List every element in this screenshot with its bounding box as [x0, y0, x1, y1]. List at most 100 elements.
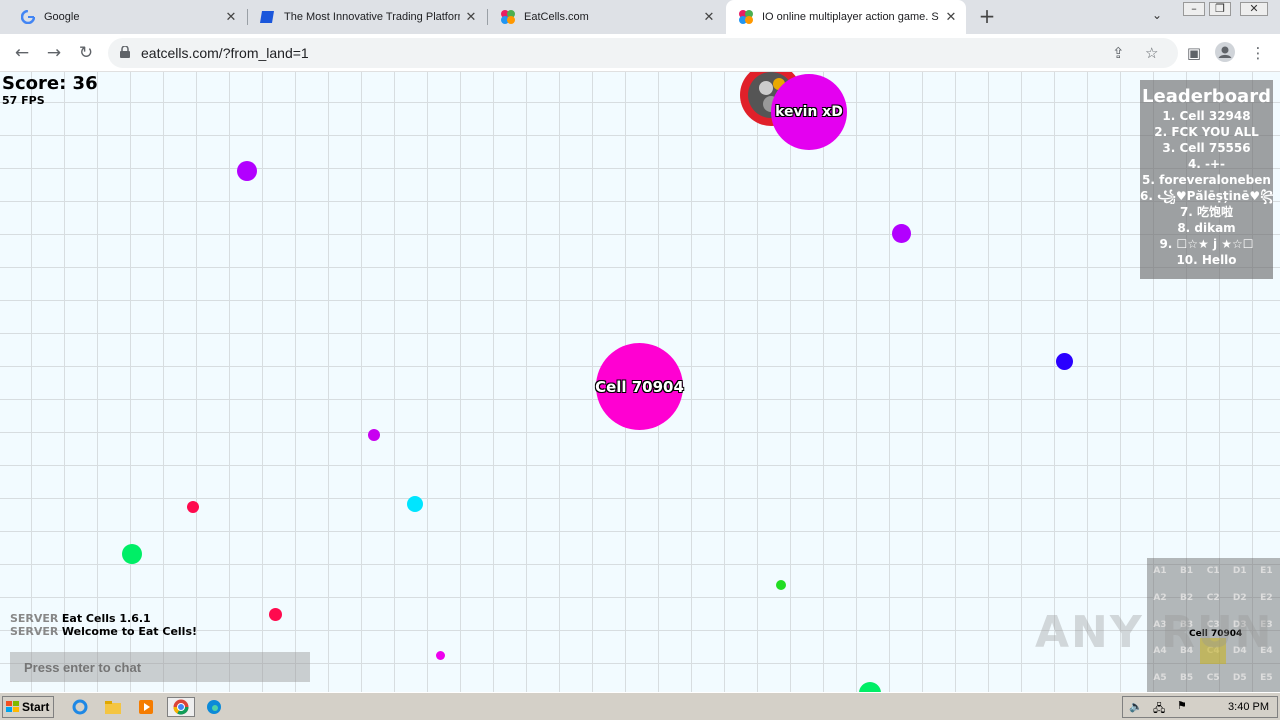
food-pellet: [859, 682, 881, 692]
food-pellet: [436, 651, 445, 660]
forward-arrow-icon[interactable]: →: [42, 41, 66, 65]
leaderboard-entry: 1. Cell 32948: [1162, 109, 1251, 123]
ie-icon[interactable]: [69, 697, 91, 717]
windows-taskbar: Start 🔈 🖧 ⚑ 3:40 PM: [0, 692, 1280, 720]
close-tab-icon[interactable]: ✕: [698, 9, 720, 25]
score-label: Score: 36: [2, 73, 98, 94]
leaderboard-entry: 10. Hello: [1176, 253, 1237, 267]
minimap-sector-label: C5: [1206, 673, 1220, 684]
minimap-sector-label: C2: [1206, 592, 1220, 603]
minimap-sector-label: B2: [1180, 592, 1194, 603]
chat-sender: SERVER: [10, 625, 59, 638]
tab-eatcells[interactable]: EatCells.com ✕: [488, 0, 724, 34]
lock-icon[interactable]: [120, 46, 130, 58]
chat-text: Welcome to Eat Cells!: [61, 625, 198, 638]
restore-icon[interactable]: ❐: [1209, 2, 1231, 16]
minimap-sector-label: C1: [1206, 566, 1220, 576]
back-arrow-icon[interactable]: ←: [10, 41, 34, 65]
clock: 3:40 PM: [1228, 701, 1269, 713]
eatcells-icon: [500, 9, 516, 25]
start-button[interactable]: Start: [2, 696, 54, 718]
food-pellet: [776, 580, 786, 590]
leaderboard-entry: 2. FCK YOU ALL: [1154, 125, 1259, 139]
chat-input[interactable]: [10, 652, 310, 682]
chat-text: Eat Cells 1.6.1: [61, 612, 151, 625]
google-icon: [20, 9, 36, 25]
flag-icon[interactable]: ⚑: [1177, 699, 1187, 712]
enemy-cell-name: kevin xD: [775, 104, 843, 120]
food-pellet: [269, 608, 282, 621]
food-pellet: [1056, 353, 1073, 370]
url-text[interactable]: eatcells.com/?from_land=1: [141, 45, 309, 61]
fps-label: 57 FPS: [2, 94, 45, 107]
food-pellet: [187, 501, 199, 513]
minimap-sector-label: A1: [1153, 566, 1167, 576]
tab-title: The Most Innovative Trading Platform: [284, 11, 460, 23]
close-tab-icon[interactable]: ✕: [460, 9, 482, 25]
minimap-sector-label: B5: [1180, 673, 1194, 684]
eatcells-icon: [738, 9, 754, 25]
minimap-sector-label: D5: [1232, 673, 1247, 684]
tab-title: Google: [44, 11, 80, 23]
minimap-sector-label: D1: [1232, 566, 1247, 576]
food-pellet: [368, 429, 380, 441]
leaderboard-entry: 4. -+-: [1187, 157, 1226, 171]
anyrun-watermark: ANY RUN: [1035, 607, 1274, 658]
tab-eatcells-game[interactable]: IO online multiplayer action game. S ✕: [726, 0, 966, 34]
chat-sender: SERVER: [10, 612, 59, 625]
tab-trading[interactable]: The Most Innovative Trading Platform ✕: [248, 0, 486, 34]
tab-title: EatCells.com: [524, 11, 589, 23]
profile-avatar-icon[interactable]: [1214, 42, 1236, 64]
chrome-taskbar-icon[interactable]: [167, 697, 195, 717]
chat-message: SERVER Eat Cells 1.6.1: [10, 612, 151, 625]
enemy-cell: kevin xD: [771, 74, 847, 150]
minimize-icon[interactable]: –: [1183, 2, 1205, 16]
leaderboard-entry: 8. dikam: [1177, 221, 1236, 235]
food-pellet: [122, 544, 142, 564]
leaderboard-title: Leaderboard: [1142, 86, 1271, 107]
share-icon[interactable]: ⇪: [1112, 44, 1125, 62]
new-tab-button[interactable]: +: [976, 5, 998, 27]
minimap-sector-label: A5: [1153, 673, 1167, 684]
player-cell-name: Cell 70904: [595, 377, 684, 396]
network-icon[interactable]: 🖧: [1153, 700, 1165, 719]
food-pellet: [237, 161, 257, 181]
leaderboard-entry: 9. ☐☆★ j ★☆☐: [1159, 237, 1254, 251]
leaderboard-entry: 7. 吃饱啦: [1179, 205, 1234, 219]
minimap-sector-label: D2: [1232, 592, 1247, 603]
side-panel-icon[interactable]: ▣: [1183, 42, 1205, 64]
windows-logo-icon: [6, 701, 19, 712]
leaderboard-entry: 5. foreveraloneben: [1142, 173, 1271, 187]
leaderboard-panel: Leaderboard 1. Cell 32948 2. FCK YOU ALL…: [1140, 80, 1273, 279]
trading-site-icon: [260, 9, 276, 25]
tab-search-chevron-icon[interactable]: ⌄: [1152, 8, 1162, 22]
minimap-sector-label: B1: [1180, 566, 1194, 576]
browser-toolbar: ← → ↻ eatcells.com/?from_land=1 ⇪ ☆ ▣ ⋮: [0, 34, 1280, 72]
media-player-icon[interactable]: [135, 697, 157, 717]
minimap-sector-label: A2: [1153, 592, 1167, 603]
close-tab-icon[interactable]: ✕: [940, 9, 962, 25]
reload-icon[interactable]: ↻: [74, 41, 98, 65]
close-tab-icon[interactable]: ✕: [220, 9, 242, 25]
close-window-icon[interactable]: ✕: [1240, 2, 1268, 16]
food-pellet: [407, 496, 423, 512]
tab-title: IO online multiplayer action game. S: [762, 11, 939, 23]
folder-icon[interactable]: [102, 697, 124, 717]
player-cell: Cell 70904: [595, 343, 684, 430]
bookmark-star-icon[interactable]: ☆: [1145, 44, 1158, 62]
start-label: Start: [22, 700, 50, 714]
chat-message: SERVER Welcome to Eat Cells!: [10, 625, 197, 638]
minimap-sector-label: E5: [1260, 673, 1273, 684]
tab-google[interactable]: Google ✕: [8, 0, 246, 34]
tab-strip: Google ✕ The Most Innovative Trading Pla…: [0, 0, 1280, 34]
food-pellet: [892, 224, 911, 243]
system-tray: 🔈 🖧 ⚑ 3:40 PM: [1122, 696, 1278, 718]
leaderboard-entry: 6. ꧁♥Pălēṣținē♥꧂: [1140, 189, 1273, 203]
minimap-sector-label: E1: [1260, 566, 1273, 576]
volume-icon[interactable]: 🔈: [1129, 700, 1143, 713]
leaderboard-entry: 3. Cell 75556: [1162, 141, 1251, 155]
edge-icon[interactable]: [203, 697, 225, 717]
address-bar[interactable]: eatcells.com/?from_land=1 ⇪ ☆: [108, 38, 1178, 68]
game-canvas[interactable]: Score: 36 57 FPS kevin xD Cell 70904 Lea…: [0, 72, 1280, 692]
kebab-menu-icon[interactable]: ⋮: [1247, 42, 1269, 64]
